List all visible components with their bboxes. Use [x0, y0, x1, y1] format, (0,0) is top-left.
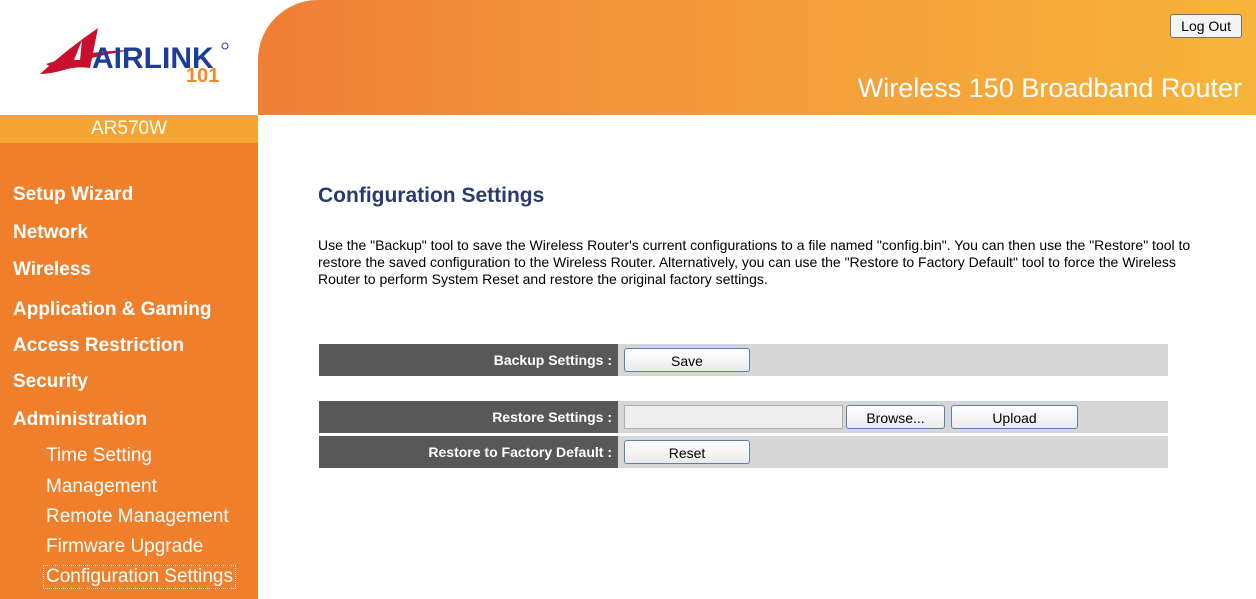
browse-button[interactable]: Browse... — [846, 405, 945, 429]
restore-settings-label: Restore Settings : — [319, 401, 618, 433]
reset-button[interactable]: Reset — [624, 440, 750, 464]
airlink-logo: AIRLINK 101 — [40, 28, 229, 85]
page-title: Configuration Settings — [318, 184, 545, 207]
logo-number: 101 — [186, 65, 219, 85]
model-label: AR570W — [0, 115, 258, 143]
nav-management[interactable]: Management — [46, 476, 157, 498]
nav-application-gaming[interactable]: Application & Gaming — [13, 299, 211, 321]
restore-settings-row: Restore Settings : Browse... Upload — [319, 401, 1168, 433]
restore-file-input[interactable] — [624, 405, 843, 429]
logout-button[interactable]: Log Out — [1170, 14, 1242, 38]
nav-access-restriction[interactable]: Access Restriction — [13, 335, 184, 357]
nav-setup-wizard[interactable]: Setup Wizard — [13, 184, 133, 206]
backup-settings-label: Backup Settings : — [319, 344, 618, 376]
nav-wireless[interactable]: Wireless — [13, 259, 91, 281]
product-title: Wireless 150 Broadband Router — [857, 73, 1242, 103]
nav-time-setting[interactable]: Time Setting — [46, 445, 152, 467]
nav-remote-management[interactable]: Remote Management — [46, 506, 229, 528]
sidebar: AIRLINK 101 AR570W Setup Wizard Network … — [0, 0, 258, 599]
backup-settings-row: Backup Settings : Save — [319, 344, 1168, 376]
factory-default-label: Restore to Factory Default : — [319, 436, 618, 468]
header-banner: Log Out Wireless 150 Broadband Router — [258, 0, 1256, 115]
nav-configuration-settings[interactable]: Configuration Settings — [43, 565, 236, 589]
factory-default-row: Restore to Factory Default : Reset — [319, 436, 1168, 468]
nav-firmware-upgrade[interactable]: Firmware Upgrade — [46, 536, 203, 558]
save-button[interactable]: Save — [624, 348, 750, 372]
upload-button[interactable]: Upload — [951, 405, 1078, 429]
logo-area: AIRLINK 101 — [0, 0, 258, 115]
page-description: Use the "Backup" tool to save the Wirele… — [318, 237, 1191, 287]
nav-network[interactable]: Network — [13, 222, 88, 244]
nav-security[interactable]: Security — [13, 371, 88, 393]
nav-administration[interactable]: Administration — [13, 409, 147, 431]
